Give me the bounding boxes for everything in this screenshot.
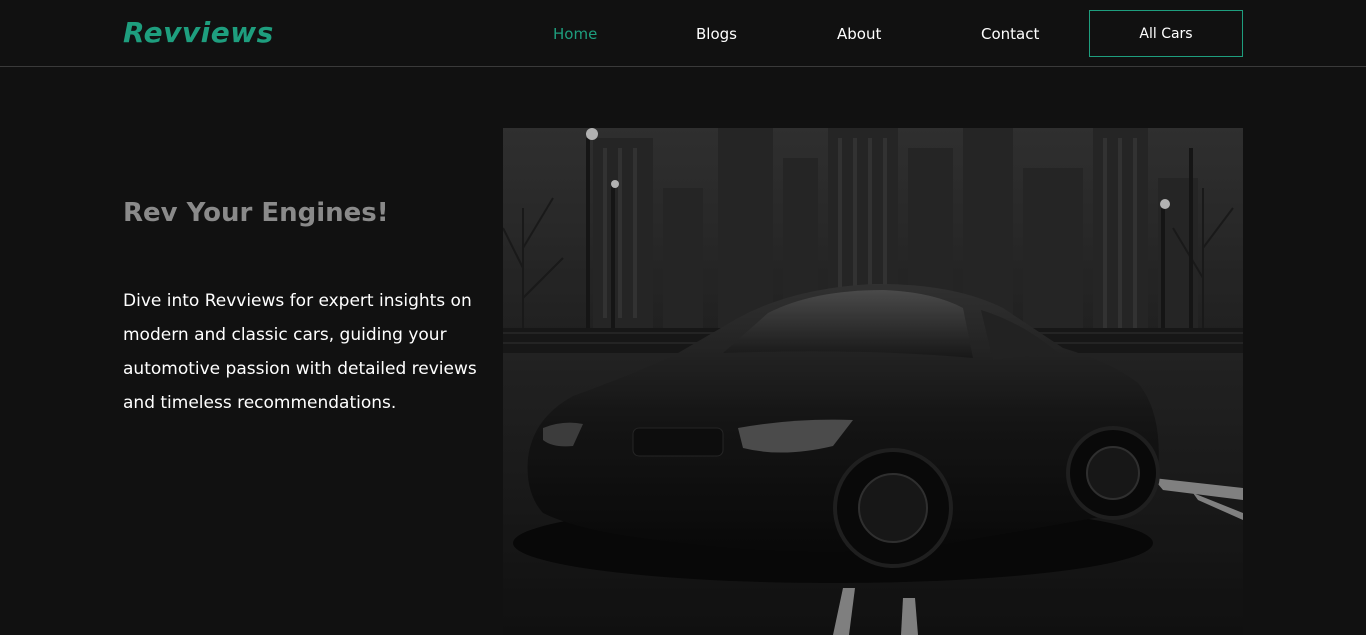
all-cars-button[interactable]: All Cars (1089, 10, 1243, 57)
hero-description: Dive into Revviews for expert insights o… (123, 291, 477, 413)
logo[interactable]: Revviews (123, 16, 274, 50)
hero-title: Rev Your Engines! (123, 198, 389, 228)
nav-contact[interactable]: Contact (981, 24, 1039, 44)
nav-blogs[interactable]: Blogs (696, 24, 737, 44)
car-photo-icon (503, 128, 1243, 635)
nav-home[interactable]: Home (553, 24, 597, 44)
nav-about[interactable]: About (837, 24, 881, 44)
site-header: Revviews Home Blogs About Contact All Ca… (0, 0, 1366, 67)
